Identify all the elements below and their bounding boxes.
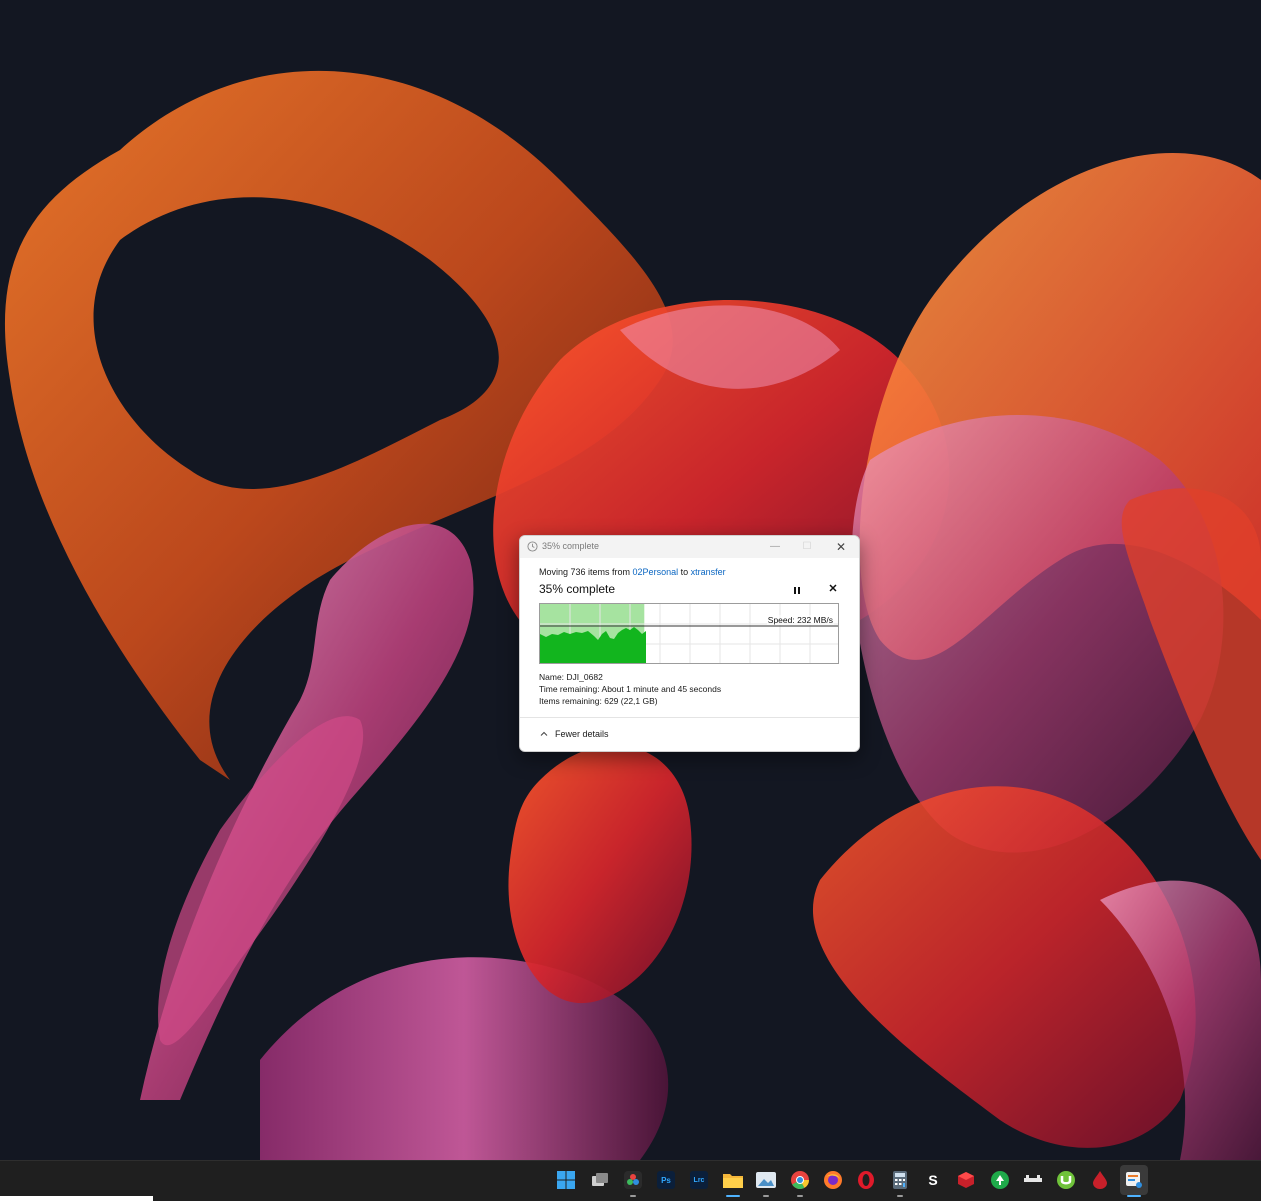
windows-logo <box>557 1171 575 1189</box>
pause-icon-bar <box>798 586 800 594</box>
utorrent-icon[interactable] <box>1055 1169 1077 1191</box>
active-indicator <box>726 1195 740 1197</box>
calculator-glyph <box>893 1171 907 1189</box>
items-remaining-label: Items remaining: <box>539 696 602 706</box>
utorrent-glyph <box>1057 1171 1075 1189</box>
taskbar: Ps Lrc S <box>0 1160 1261 1201</box>
detail-items-row: Items remaining: 629 (22,1 GB) <box>539 696 658 706</box>
detail-name-row: Name: DJI_0682 <box>539 672 603 682</box>
windows-start-icon[interactable] <box>555 1169 577 1191</box>
3d-app-icon[interactable] <box>955 1169 977 1191</box>
photoshop-label: Ps <box>661 1175 671 1185</box>
operation-prefix: Moving 736 items from <box>539 567 633 577</box>
maximize-button[interactable]: ☐ <box>796 538 818 556</box>
chevron-up-icon <box>540 731 548 736</box>
taskbar-left-strip <box>0 1196 153 1201</box>
items-remaining-value: 629 (22,1 GB) <box>604 696 658 706</box>
green-app-glyph <box>991 1171 1009 1189</box>
fewer-details-toggle[interactable]: Fewer details <box>539 729 609 739</box>
running-indicator <box>630 1195 636 1197</box>
pause-button[interactable] <box>789 583 805 597</box>
name-label: Name: <box>539 672 565 682</box>
davinci-glyph <box>624 1171 642 1189</box>
calculator-icon[interactable] <box>889 1169 911 1197</box>
chrome-icon[interactable] <box>789 1169 811 1197</box>
3d-app-glyph <box>958 1172 974 1188</box>
lightroom-label: Lrc <box>693 1176 705 1184</box>
running-indicator <box>763 1195 769 1197</box>
running-indicator <box>797 1195 803 1197</box>
s-app-label: S <box>928 1172 938 1188</box>
time-remaining-value: About 1 minute and 45 seconds <box>601 684 722 694</box>
title-bar[interactable]: 35% complete — ☐ ✕ <box>520 536 859 558</box>
progress-heading: 35% complete <box>539 582 616 596</box>
active-app-glyph <box>1126 1172 1142 1188</box>
window-title: 35% complete <box>542 541 600 551</box>
speed-graph: Speed: 232 MB/s <box>539 603 839 664</box>
green-app-icon[interactable] <box>989 1169 1011 1191</box>
speed-graph-canvas <box>540 604 838 663</box>
firefox-icon[interactable] <box>822 1169 844 1191</box>
destination-folder-link[interactable]: xtransfer <box>691 567 726 577</box>
clock-icon <box>527 541 538 552</box>
source-folder-link[interactable]: 02Personal <box>633 567 679 577</box>
lightroom-classic-icon[interactable]: Lrc <box>688 1169 710 1191</box>
file-explorer-icon[interactable] <box>722 1169 744 1197</box>
photoshop-icon[interactable]: Ps <box>655 1169 677 1191</box>
dji-glyph <box>1024 1175 1042 1182</box>
name-value: DJI_0682 <box>566 672 603 682</box>
task-view-glyph <box>592 1173 608 1186</box>
task-view-icon[interactable] <box>589 1169 611 1191</box>
photos-icon[interactable] <box>755 1169 777 1197</box>
close-button[interactable]: ✕ <box>830 538 852 556</box>
active-indicator <box>1127 1195 1141 1197</box>
dialog-footer: Fewer details <box>520 717 859 751</box>
time-remaining-label: Time remaining: <box>539 684 600 694</box>
detail-time-row: Time remaining: About 1 minute and 45 se… <box>539 684 721 694</box>
cancel-button[interactable]: ✕ <box>825 582 841 596</box>
photos-glyph <box>756 1172 776 1188</box>
s-app-icon[interactable]: S <box>922 1169 944 1191</box>
red-drop-glyph <box>1093 1171 1107 1189</box>
running-indicator <box>897 1195 903 1197</box>
fewer-details-label: Fewer details <box>555 729 609 739</box>
chrome-glyph <box>791 1171 809 1189</box>
folder-glyph <box>723 1174 743 1188</box>
dji-icon[interactable] <box>1022 1169 1044 1191</box>
operation-description: Moving 736 items from 02Personal to xtra… <box>539 567 726 577</box>
pause-icon <box>794 586 796 594</box>
firefox-glyph <box>824 1171 842 1189</box>
davinci-resolve-icon[interactable] <box>622 1169 644 1197</box>
active-app-icon[interactable] <box>1120 1165 1148 1197</box>
file-copy-dialog: 35% complete — ☐ ✕ Moving 736 items from… <box>519 535 860 752</box>
speed-label: Speed: 232 MB/s <box>766 615 834 625</box>
minimize-button[interactable]: — <box>764 538 786 556</box>
opera-icon[interactable] <box>855 1169 877 1191</box>
opera-glyph <box>858 1171 874 1189</box>
red-drop-icon[interactable] <box>1089 1169 1111 1191</box>
operation-connector: to <box>678 567 691 577</box>
